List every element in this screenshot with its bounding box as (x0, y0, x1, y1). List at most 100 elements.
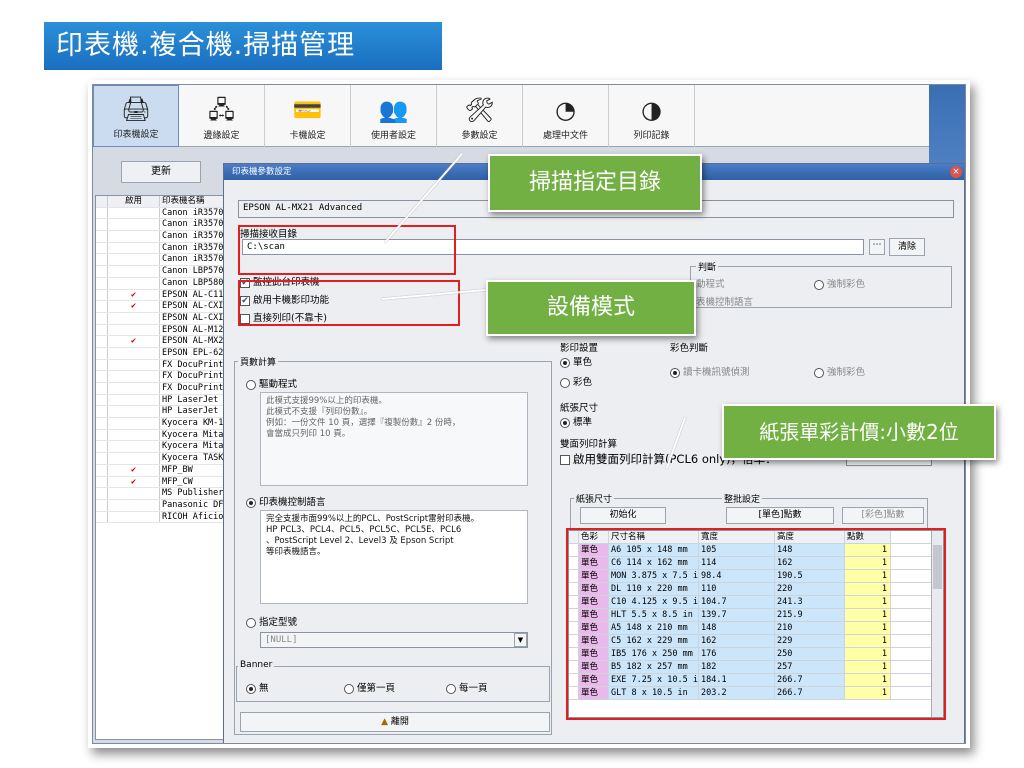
standard-radio-circle[interactable] (560, 417, 570, 428)
card-signal-radio-circle[interactable] (670, 367, 680, 378)
judge-lang-text: 表機控制語言 (696, 297, 754, 308)
lang-mode-note: 完全支援市面99%以上的PCL、PostScript雷射印表機。 HP PCL3… (260, 510, 528, 604)
model-select[interactable]: [NULL] (260, 632, 528, 648)
printer-list-row[interactable]: Canon iR3570 (96, 254, 234, 267)
printer-list-row[interactable]: Panasonic DF (96, 499, 234, 512)
printer-list-row[interactable]: Canon LBP570 (96, 266, 234, 278)
row-marker (96, 453, 108, 464)
printer-list-row[interactable]: Canon iR3570 (96, 242, 234, 255)
user-settings-icon: 👥 (378, 96, 409, 124)
toolbar-printer-settings[interactable]: 🖨 印表機設定 (93, 85, 179, 147)
row-marker (96, 488, 108, 499)
refresh-button[interactable]: 更新 (121, 161, 201, 183)
main-toolbar: 🖨 印表機設定 🖧 邊緣設定 💳 卡機設定 👥 使用者設定 🛠 參數設定 ◔ 處理中文件 ◑… (93, 85, 965, 147)
clear-button[interactable]: 清除 (889, 238, 925, 256)
banner-each-radio[interactable]: 每一頁 (446, 680, 488, 694)
printer-list-row[interactable]: ✔ EPSON AL-C11 (96, 289, 234, 302)
enabled-checkmark (108, 219, 160, 231)
enabled-checkmark (108, 207, 160, 219)
toolbar-processing-docs[interactable]: ◔ 處理中文件 (523, 85, 609, 147)
toolbar-edge-settings[interactable]: 🖧 邊緣設定 (179, 85, 265, 147)
close-icon[interactable]: × (950, 166, 962, 178)
driver-mode-radio[interactable]: 驅動程式 (246, 376, 297, 390)
duplex-title: 雙面列印計算 (560, 439, 618, 450)
printer-list-row[interactable]: EPSON AL-M12 (96, 324, 234, 337)
print-log-icon: ◑ (641, 96, 662, 124)
printer-list-row[interactable]: Kyocera Mita (96, 429, 234, 442)
enabled-checkmark (108, 441, 160, 453)
printer-list-row[interactable]: FX DocuPrint (96, 371, 234, 383)
force-color-label: 強制彩色 (827, 279, 866, 290)
row-marker (96, 336, 108, 347)
card-signal-radio[interactable]: 讀卡機訊號偵測 (670, 364, 750, 378)
row-marker (96, 371, 108, 382)
enabled-checkmark (108, 511, 160, 523)
mono-radio[interactable]: 單色 (560, 354, 592, 368)
mono-points-button[interactable]: [單色]點數 (726, 507, 834, 524)
printer-list-row[interactable]: Kyocera Mita (96, 441, 234, 454)
duplex-checkbox[interactable] (560, 454, 570, 465)
enabled-checkmark (108, 418, 160, 429)
toolbar-print-log[interactable]: ◑ 列印記錄 (609, 85, 695, 147)
model-mode-radio[interactable]: 指定型號 (246, 614, 297, 628)
printer-list-header: 啟用 印表機名稱 (96, 196, 234, 208)
driver-mode-note: 此模式支援99%以上的印表機。 此模式不支援『列印份數』。 例如：一份文件 10… (260, 392, 528, 486)
row-marker (96, 359, 108, 371)
force-color-radio-circle[interactable] (814, 367, 824, 378)
init-button[interactable]: 初始化 (580, 507, 666, 524)
card-signal-label: 讀卡機訊號偵測 (683, 367, 750, 378)
lang-mode-radio[interactable]: 印表機控制語言 (246, 494, 326, 508)
banner-first-radio-circle[interactable] (344, 683, 354, 694)
color-radio[interactable]: 彩色 (560, 374, 592, 388)
chevron-down-icon[interactable]: ▼ (514, 633, 527, 647)
banner-first-radio[interactable]: 僅第一頁 (344, 680, 395, 694)
printer-list-row[interactable]: HP LaserJet (96, 394, 234, 407)
printer-list-row[interactable]: Canon iR3570 (96, 231, 234, 243)
force-color-radio-top[interactable]: 強制彩色 (814, 276, 865, 290)
enabled-checkmark (108, 266, 160, 277)
force-color-radio[interactable]: 強制彩色 (814, 364, 865, 378)
printer-list-row[interactable]: Canon LBP580 (96, 277, 234, 290)
printer-list-row[interactable]: Kyocera KM-1 (96, 418, 234, 430)
browse-folder-icon[interactable]: ⋯ (869, 239, 885, 255)
driver-mode-radio-circle[interactable] (246, 379, 256, 390)
model-mode-radio-circle[interactable] (246, 617, 256, 628)
printer-list-row[interactable]: Canon iR3570 (96, 207, 234, 220)
printer-list-row[interactable]: HP LaserJet (96, 406, 234, 419)
batch-group-title: 整批設定 (722, 492, 763, 505)
printer-list-row[interactable]: RICOH Aficio (96, 511, 234, 524)
color-points-button[interactable]: [彩色]點數 (842, 507, 924, 524)
lang-mode-radio-circle[interactable] (246, 497, 256, 508)
printer-list-row[interactable]: ✔ EPSON AL-CXI (96, 301, 234, 313)
printer-list-row[interactable]: FX DocuPrint (96, 359, 234, 372)
printer-list-row[interactable]: ✔ MFP_CW (96, 476, 234, 489)
row-marker (96, 219, 108, 231)
edge-settings-icon: 🖧 (208, 96, 235, 124)
mono-radio-circle[interactable] (560, 357, 570, 368)
leave-button[interactable]: ▲ 離開 (240, 712, 550, 732)
force-color-radio-circle[interactable] (814, 279, 824, 290)
banner-none-radio[interactable]: 無 (246, 680, 269, 694)
standard-label: 標準 (573, 417, 593, 428)
printer-list-row[interactable]: MS Publisher (96, 488, 234, 500)
toolbar-user-settings[interactable]: 👥 使用者設定 (351, 85, 437, 147)
printer-list-row[interactable]: ✔ EPSON AL-MX2 (96, 336, 234, 348)
standard-radio[interactable]: 標準 (560, 414, 592, 428)
banner-each-radio-circle[interactable] (446, 683, 456, 694)
toolbar-parameter-settings[interactable]: 🛠 參數設定 (437, 85, 523, 147)
printer-list-row[interactable]: EPSON EPL-62 (96, 347, 234, 360)
paper-group-title: 紙張尺寸 (574, 492, 615, 505)
printer-list-row[interactable]: ✔ MFP_BW (96, 464, 234, 477)
printer-list-row[interactable]: Canon iR3570 (96, 219, 234, 232)
force-color-label: 強制彩色 (827, 367, 866, 378)
toolbar-card-machine[interactable]: 💳 卡機設定 (265, 85, 351, 147)
row-marker (96, 277, 108, 289)
color-radio-circle[interactable] (560, 377, 570, 388)
banner-none-radio-circle[interactable] (246, 683, 256, 694)
enabled-checkmark (108, 312, 160, 324)
enabled-checkmark (108, 488, 160, 499)
enabled-checkmark (108, 324, 160, 336)
printer-list-row[interactable]: FX DocuPrint (96, 383, 234, 395)
printer-list-row[interactable]: EPSON AL-CXI (96, 312, 234, 325)
printer-list-row[interactable]: Kyocera TASK (96, 453, 234, 465)
